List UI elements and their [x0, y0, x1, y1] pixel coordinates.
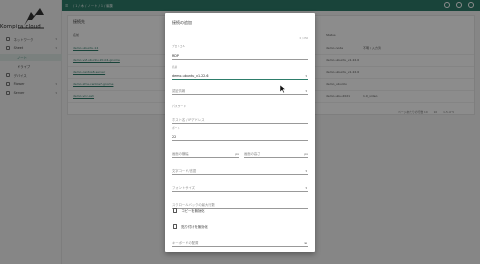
height-field[interactable]: 画面の高さ px: [244, 146, 308, 158]
width-placeholder: 画面の横幅: [172, 151, 189, 156]
port-value: 22: [172, 134, 177, 139]
host-placeholder: ホスト名 / IPアドレス: [172, 117, 205, 122]
checkbox-icon: [173, 224, 178, 229]
name-value: demo-ubuntu_v1.22.6: [172, 73, 209, 78]
paste-disable-checkbox[interactable]: 貼り付けを無効化: [173, 224, 208, 229]
port-field[interactable]: ポート 22: [172, 126, 308, 141]
font-size-select[interactable]: フォントサイズ ▾: [172, 180, 308, 192]
charset-select[interactable]: 文字コード/言語 ▾: [172, 163, 308, 175]
scrollback-placeholder: スクロールバックの最大行数: [172, 202, 215, 207]
port-label: ポート: [172, 127, 180, 130]
host-field[interactable]: ホスト名 / IPアドレス: [172, 112, 308, 124]
chevron-down-icon: ▾: [305, 73, 307, 78]
paste-disable-label: 貼り付けを無効化: [181, 225, 208, 229]
auth-placeholder: 認証情報: [172, 88, 186, 93]
font-size-placeholder: フォントサイズ: [172, 185, 195, 190]
keyboard-icon: ⊞: [304, 240, 307, 245]
copy-disable-checkbox[interactable]: コピーを無効化: [173, 208, 204, 213]
dialog-title: 接続の追加: [172, 20, 192, 25]
add-connection-dialog: 接続の追加 0 / 256 プロトコル RDP 名前 demo-ubuntu_v…: [165, 13, 315, 252]
protocol-counter: 0 / 256: [299, 37, 308, 40]
protocol-select[interactable]: 0 / 256 プロトコル RDP: [172, 37, 308, 60]
protocol-label: プロトコル: [172, 45, 185, 48]
password-field[interactable]: パスワード: [172, 98, 308, 109]
protocol-value: RDP: [172, 53, 179, 58]
app: Kompira cloud ネットワーク ▾ Sheet ▾ ノート ドライブ デバイス Fl…: [0, 0, 480, 264]
chevron-down-icon: ▾: [305, 168, 307, 173]
keyboard-layout-select[interactable]: キーボードの配置 ⊞: [172, 235, 308, 247]
name-field[interactable]: 名前 demo-ubuntu_v1.22.6 ▾: [172, 65, 308, 80]
chevron-down-icon: ▾: [305, 185, 307, 190]
chevron-down-icon: ▾: [305, 88, 307, 93]
height-unit: px: [304, 151, 308, 156]
height-placeholder: 画面の高さ: [244, 151, 261, 156]
copy-disable-label: コピーを無効化: [181, 209, 205, 213]
mouse-pointer-icon: [280, 85, 286, 93]
auth-select[interactable]: 認証情報 ▾: [172, 83, 308, 95]
width-field[interactable]: 画面の横幅 px: [172, 146, 239, 158]
charset-placeholder: 文字コード/言語: [172, 168, 197, 173]
checkbox-icon: [173, 208, 178, 213]
password-placeholder: パスワード: [172, 103, 186, 108]
keyboard-placeholder: キーボードの配置: [172, 240, 199, 245]
name-label: 名前: [172, 66, 178, 69]
width-unit: px: [235, 151, 239, 156]
